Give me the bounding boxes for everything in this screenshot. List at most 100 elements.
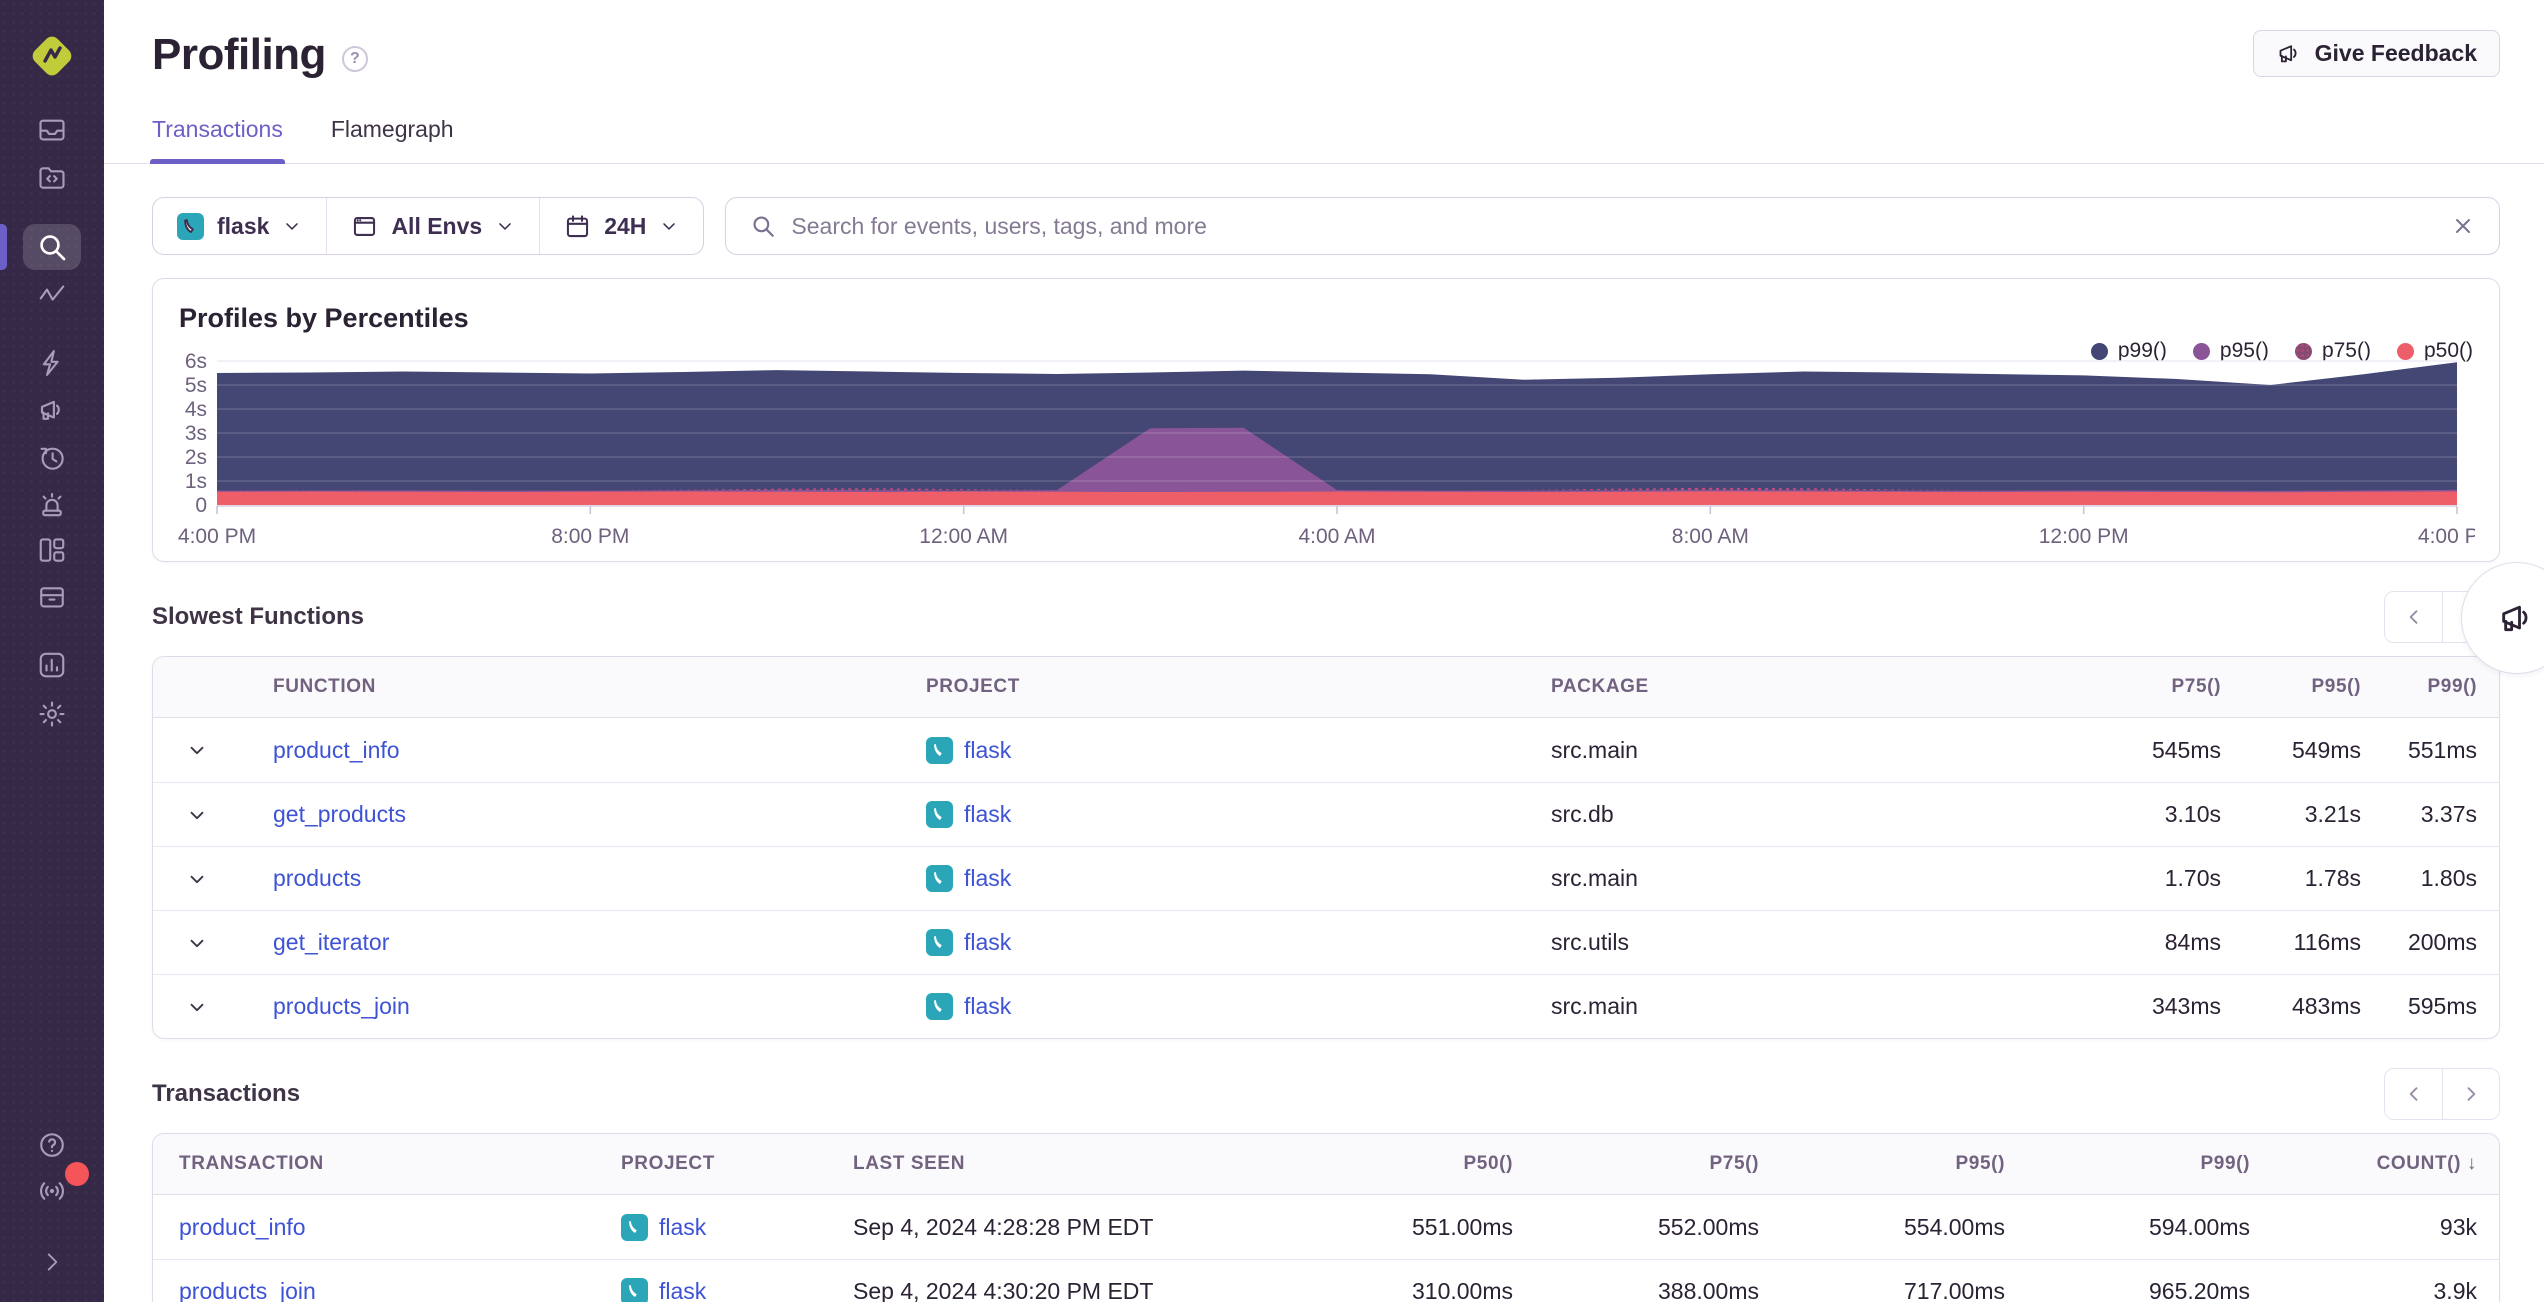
feedback-megaphone-icon[interactable] bbox=[23, 387, 81, 433]
p95-value: 554.00ms bbox=[1903, 1213, 2005, 1240]
expand-row-button[interactable] bbox=[177, 859, 217, 899]
flask-project-icon bbox=[621, 1213, 648, 1241]
function-link[interactable]: product_info bbox=[273, 737, 926, 764]
p99-value: 595ms bbox=[2407, 993, 2477, 1019]
p99-value: 965.20ms bbox=[2148, 1278, 2250, 1302]
page-filter-bar: flask All Envs 24H bbox=[152, 197, 705, 255]
settings-gear-icon[interactable] bbox=[23, 691, 81, 737]
project-cell: flask bbox=[926, 801, 1551, 828]
p95-value: 483ms bbox=[2291, 993, 2361, 1019]
transactions-table: TRANSACTION PROJECT LAST SEEN P50() P75() P95… bbox=[152, 1133, 2500, 1302]
sidebar bbox=[0, 0, 104, 1302]
count-value: 3.9k bbox=[2433, 1278, 2477, 1302]
column-header: FUNCTION bbox=[273, 676, 376, 697]
svg-text:1s: 1s bbox=[185, 470, 207, 493]
chart-title: Profiles by Percentiles bbox=[179, 303, 469, 333]
date-range-filter[interactable]: 24H bbox=[539, 198, 703, 254]
package-cell: src.main bbox=[1551, 736, 1638, 763]
transactions-header: TRANSACTION PROJECT LAST SEEN P50() P75() P95… bbox=[153, 1134, 2499, 1195]
project-link[interactable]: flask bbox=[964, 801, 1011, 828]
transaction-link[interactable]: products_join bbox=[153, 1278, 621, 1302]
expand-row-button[interactable] bbox=[177, 987, 217, 1027]
page-help-icon[interactable]: ? bbox=[341, 46, 368, 72]
expand-row-button[interactable] bbox=[177, 795, 217, 835]
chevron-down-icon bbox=[663, 223, 676, 230]
percentiles-chart[interactable]: 4:00 PM 8:00 PM 12:00 AM 4:00 AM 8:00 AM 12:0… bbox=[175, 350, 2496, 563]
p75-value: 84ms bbox=[2164, 929, 2221, 955]
table-row: products_join flask Sep 4, 2024 4:30:20 PM… bbox=[153, 1259, 2499, 1302]
column-header: P75() bbox=[2171, 676, 2221, 697]
traces-icon[interactable] bbox=[23, 271, 81, 317]
next-page-button[interactable] bbox=[2442, 1069, 2499, 1119]
table-row: products_join flask src.main 343ms 483ms 595m… bbox=[153, 974, 2499, 1038]
p75-value: 1.70s bbox=[2164, 865, 2221, 891]
main-content: Profiling ? Give Feedback Transactions F… bbox=[104, 0, 2544, 1302]
column-header: PROJECT bbox=[926, 676, 1020, 697]
project-link[interactable]: flask bbox=[659, 1214, 706, 1241]
project-link[interactable]: flask bbox=[964, 993, 1011, 1020]
project-link[interactable]: flask bbox=[964, 865, 1011, 892]
give-feedback-label: Give Feedback bbox=[2314, 40, 2477, 66]
project-link[interactable]: flask bbox=[659, 1278, 706, 1302]
megaphone-icon bbox=[2502, 605, 2528, 632]
function-link[interactable]: products_join bbox=[273, 993, 926, 1020]
p75-value: 343ms bbox=[2151, 993, 2221, 1019]
svg-text:0: 0 bbox=[195, 494, 207, 517]
svg-text:12:00 AM: 12:00 AM bbox=[919, 525, 1008, 548]
sentry-logo[interactable] bbox=[26, 30, 78, 82]
svg-text:4s: 4s bbox=[185, 398, 207, 421]
column-header: P75() bbox=[1709, 1153, 1759, 1174]
clear-search-icon[interactable] bbox=[2451, 214, 2475, 238]
function-link[interactable]: products bbox=[273, 865, 926, 892]
svg-text:8:00 AM: 8:00 AM bbox=[1672, 525, 1749, 548]
active-nav-indicator bbox=[0, 224, 7, 270]
column-header: P95() bbox=[1955, 1153, 2005, 1174]
last-seen-cell: Sep 4, 2024 4:28:28 PM EDT bbox=[853, 1213, 1154, 1240]
p75-value: 552.00ms bbox=[1657, 1213, 1759, 1240]
function-link[interactable]: get_iterator bbox=[273, 929, 926, 956]
alerts-siren-icon[interactable] bbox=[23, 482, 81, 528]
expand-chevron-icon[interactable] bbox=[23, 1239, 81, 1285]
history-clock-icon[interactable] bbox=[23, 435, 81, 481]
svg-text:2s: 2s bbox=[185, 446, 207, 469]
project-link[interactable]: flask bbox=[964, 929, 1011, 956]
releases-archive-icon[interactable] bbox=[23, 574, 81, 620]
tab-flamegraph[interactable]: Flamegraph bbox=[331, 116, 454, 163]
give-feedback-button[interactable]: Give Feedback bbox=[2252, 30, 2500, 77]
chevron-down-icon bbox=[286, 223, 299, 230]
p75-value: 545ms bbox=[2151, 736, 2221, 763]
explore-search-icon[interactable] bbox=[23, 224, 81, 270]
dashboards-icon[interactable] bbox=[23, 527, 81, 573]
stats-icon[interactable] bbox=[23, 642, 81, 688]
project-cell: flask bbox=[621, 1213, 853, 1241]
flask-project-icon bbox=[926, 801, 953, 828]
help-icon[interactable] bbox=[23, 1122, 81, 1168]
megaphone-icon bbox=[2279, 45, 2297, 63]
expand-row-button[interactable] bbox=[177, 730, 217, 770]
sort-desc-icon[interactable]: ↓ bbox=[2461, 1153, 2477, 1174]
projects-icon[interactable] bbox=[23, 154, 81, 200]
transaction-link[interactable]: product_info bbox=[153, 1214, 621, 1241]
insights-lightning-icon[interactable] bbox=[23, 340, 81, 386]
project-filter[interactable]: flask bbox=[153, 198, 326, 254]
previous-page-button[interactable] bbox=[2385, 592, 2442, 642]
environment-filter[interactable]: All Envs bbox=[326, 198, 539, 254]
slowest-functions-heading: Slowest Functions bbox=[152, 603, 365, 630]
tab-transactions[interactable]: Transactions bbox=[150, 116, 285, 164]
project-link[interactable]: flask bbox=[964, 737, 1011, 764]
flask-project-icon bbox=[926, 929, 953, 956]
table-row: get_iterator flask src.utils 84ms 116ms 200ms bbox=[153, 910, 2499, 974]
search-input[interactable]: Search for events, users, tags, and more bbox=[725, 197, 2500, 255]
previous-page-button[interactable] bbox=[2385, 1069, 2442, 1119]
project-cell: flask bbox=[926, 993, 1551, 1020]
package-cell: src.db bbox=[1551, 801, 1614, 827]
broadcast-icon[interactable] bbox=[23, 1162, 89, 1214]
issues-icon[interactable] bbox=[23, 107, 81, 153]
function-link[interactable]: get_products bbox=[273, 801, 926, 828]
notification-dot bbox=[65, 1162, 89, 1186]
tab-bar: Transactions Flamegraph bbox=[104, 116, 2544, 164]
svg-text:4:00 PM: 4:00 PM bbox=[2418, 525, 2475, 548]
expand-row-button[interactable] bbox=[177, 923, 217, 963]
table-row: products flask src.main 1.70s 1.78s 1.80s bbox=[153, 846, 2499, 910]
column-header: PACKAGE bbox=[1551, 676, 1649, 697]
